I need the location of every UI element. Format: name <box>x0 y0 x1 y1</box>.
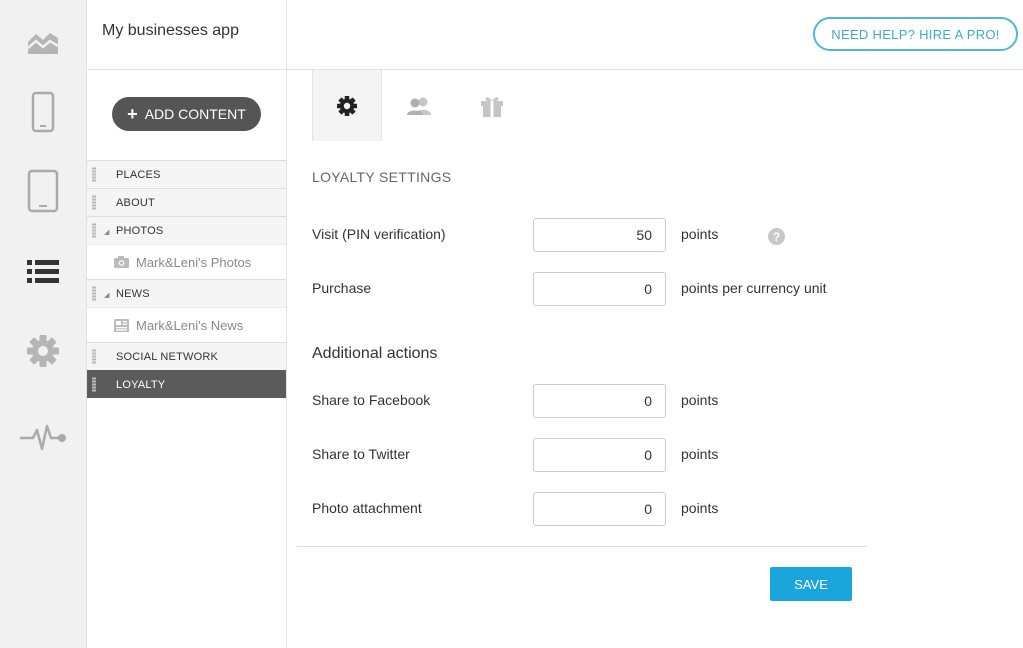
tree-subitem-label: Mark&Leni's Photos <box>136 254 252 270</box>
save-button[interactable]: SAVE <box>770 567 852 601</box>
add-content-button[interactable]: + ADD CONTENT <box>112 97 261 131</box>
rail-item-content[interactable] <box>0 242 86 302</box>
purchase-label: Purchase <box>312 280 372 296</box>
twitter-label: Share to Twitter <box>312 446 410 462</box>
loyalty-settings-title: LOYALTY SETTINGS <box>312 169 452 185</box>
gift-icon <box>481 96 503 117</box>
twitter-unit: points <box>681 446 719 462</box>
users-icon <box>407 97 431 115</box>
tree-item-loyalty[interactable]: LOYALTY <box>87 370 286 398</box>
drag-handle-icon[interactable] <box>92 223 96 238</box>
tree-item-social-network[interactable]: SOCIAL NETWORK <box>87 342 286 370</box>
rail-item-phone[interactable] <box>0 82 86 142</box>
facebook-label: Share to Facebook <box>312 392 431 408</box>
visit-unit: points <box>681 226 719 242</box>
purchase-points-input[interactable] <box>533 272 666 306</box>
drag-handle-icon[interactable] <box>92 377 96 392</box>
purchase-unit: points per currency unit <box>681 280 827 296</box>
app-title: My businesses app <box>102 22 239 39</box>
camera-icon <box>114 256 129 268</box>
drag-handle-icon[interactable] <box>92 167 96 182</box>
tab-rewards[interactable] <box>457 70 527 141</box>
twitter-points-input[interactable] <box>533 438 666 472</box>
content-tree-panel: My businesses app + ADD CONTENT PLACES A… <box>87 0 287 648</box>
rail-item-pulse[interactable] <box>0 408 86 468</box>
settings-gear-icon <box>27 335 59 367</box>
photo-attachment-label: Photo attachment <box>312 500 422 516</box>
visit-label: Visit (PIN verification) <box>312 226 446 242</box>
plus-icon: + <box>127 104 138 124</box>
help-question-icon[interactable]: ? <box>768 228 785 245</box>
content-list-icon <box>27 260 59 283</box>
rail-item-tablet[interactable] <box>0 161 86 221</box>
tab-settings[interactable] <box>312 70 382 141</box>
tree-item-label: NEWS <box>116 287 150 300</box>
drag-handle-icon[interactable] <box>92 349 96 364</box>
tab-users[interactable] <box>384 70 454 141</box>
tree-item-label: PHOTOS <box>116 224 164 237</box>
content-tree: PLACES ABOUT ◢ PHOTOS Mark&Leni's Photos… <box>87 160 286 398</box>
drag-handle-icon[interactable] <box>92 286 96 301</box>
rail-item-analytics[interactable] <box>0 12 86 72</box>
app-rail <box>0 0 87 648</box>
tree-item-places[interactable]: PLACES <box>87 160 286 188</box>
collapse-caret-icon[interactable]: ◢ <box>104 291 110 299</box>
collapse-caret-icon[interactable]: ◢ <box>104 228 110 236</box>
visit-points-input[interactable] <box>533 218 666 252</box>
tree-item-label: SOCIAL NETWORK <box>116 350 219 363</box>
rail-item-settings[interactable] <box>0 321 86 381</box>
phone-icon <box>31 91 55 133</box>
gear-icon <box>337 95 357 116</box>
add-content-label: ADD CONTENT <box>144 106 246 122</box>
pulse-activity-icon <box>20 424 66 451</box>
tree-item-label: PLACES <box>116 168 161 181</box>
tree-subitem-photos[interactable]: Mark&Leni's Photos <box>87 244 286 279</box>
facebook-unit: points <box>681 392 719 408</box>
tree-item-label: LOYALTY <box>116 378 166 391</box>
drag-handle-icon[interactable] <box>92 195 96 210</box>
tree-subitem-label: Mark&Leni's News <box>136 317 244 333</box>
hire-a-pro-button[interactable]: NEED HELP? HIRE A PRO! <box>813 17 1018 51</box>
newspaper-icon <box>114 318 129 332</box>
tree-item-news[interactable]: ◢ NEWS <box>87 279 286 307</box>
additional-actions-title: Additional actions <box>312 345 438 362</box>
form-divider <box>297 546 867 547</box>
tree-item-photos[interactable]: ◢ PHOTOS <box>87 216 286 244</box>
tree-subitem-news[interactable]: Mark&Leni's News <box>87 307 286 342</box>
tree-item-label: ABOUT <box>116 196 155 209</box>
analytics-icon <box>27 33 59 54</box>
photo-attachment-points-input[interactable] <box>533 492 666 526</box>
photo-attachment-unit: points <box>681 500 719 516</box>
tablet-icon <box>27 169 59 213</box>
tree-item-about[interactable]: ABOUT <box>87 188 286 216</box>
divider <box>87 69 287 70</box>
facebook-points-input[interactable] <box>533 384 666 418</box>
